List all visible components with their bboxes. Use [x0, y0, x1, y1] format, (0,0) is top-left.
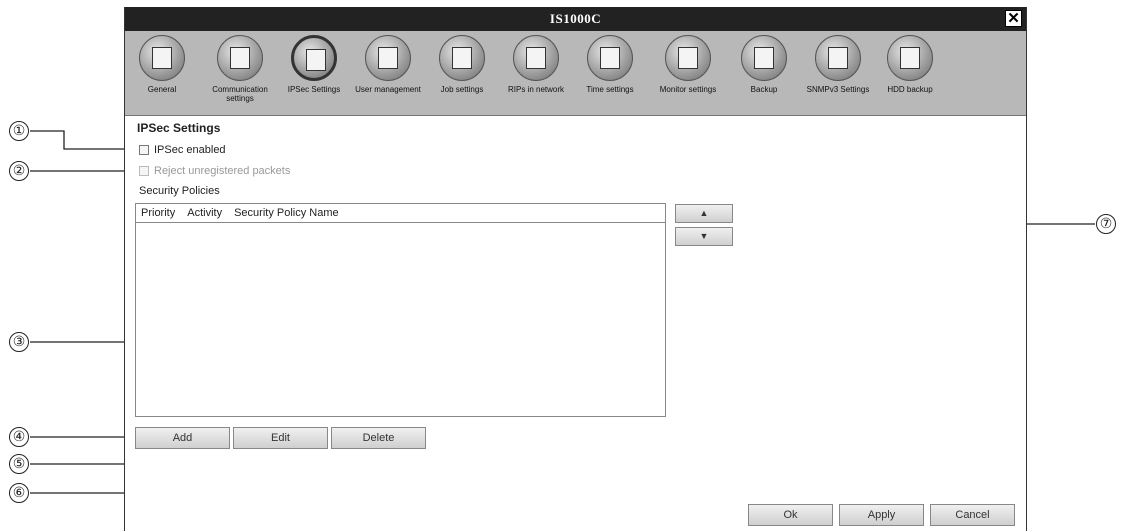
settings-toolbar: General Communication settings IPSec Set… [125, 31, 1026, 116]
printer-icon [139, 35, 185, 81]
tool-label: User management [355, 85, 421, 94]
column-header-priority[interactable]: Priority [141, 207, 175, 219]
column-header-policy-name[interactable]: Security Policy Name [234, 207, 339, 219]
move-down-button[interactable]: ▼ [675, 227, 733, 246]
cancel-button[interactable]: Cancel [930, 504, 1015, 526]
callout-3: ③ [9, 332, 29, 352]
settings-window: IS1000C ✕ General Communication settings… [124, 7, 1027, 531]
callout-5: ⑤ [9, 454, 29, 474]
tool-label: Communication settings [212, 85, 268, 103]
backup-disk-icon [741, 35, 787, 81]
tool-hdd-backup[interactable]: HDD backup [873, 35, 947, 94]
tool-communication-settings[interactable]: Communication settings [203, 35, 277, 103]
tool-label: Monitor settings [659, 85, 717, 94]
add-button[interactable]: Add [135, 427, 230, 449]
security-policy-table[interactable]: Priority Activity Security Policy Name [135, 203, 666, 417]
snmp-computers-icon [815, 35, 861, 81]
tool-job-settings[interactable]: Job settings [425, 35, 499, 94]
network-tree-icon [513, 35, 559, 81]
page-title: IPSec Settings [137, 121, 221, 135]
window-title: IS1000C [549, 11, 602, 26]
monitor-icon [665, 35, 711, 81]
network-computers-icon [217, 35, 263, 81]
callout-1: ① [9, 121, 29, 141]
users-icon [365, 35, 411, 81]
ipsec-enabled-row[interactable]: IPSec enabled [139, 143, 226, 157]
ok-button[interactable]: Ok [748, 504, 833, 526]
tool-label: SNMPv3 Settings [806, 85, 870, 94]
tool-backup[interactable]: Backup [727, 35, 801, 94]
security-policies-label: Security Policies [139, 185, 220, 197]
tool-label: Time settings [586, 85, 634, 94]
tool-label: RIPs in network [507, 85, 565, 94]
tool-ipsec-settings[interactable]: IPSec Settings [277, 35, 351, 94]
callout-2: ② [9, 161, 29, 181]
column-header-activity[interactable]: Activity [187, 207, 222, 219]
move-up-button[interactable]: ▲ [675, 204, 733, 223]
table-header: Priority Activity Security Policy Name [136, 204, 665, 223]
reject-unregistered-checkbox [139, 166, 149, 176]
callout-7: ⑦ [1096, 214, 1116, 234]
tool-general[interactable]: General [125, 35, 199, 94]
reject-unregistered-label: Reject unregistered packets [154, 165, 291, 177]
job-document-icon [439, 35, 485, 81]
tool-monitor-settings[interactable]: Monitor settings [651, 35, 725, 94]
tool-user-management[interactable]: User management [351, 35, 425, 94]
ipsec-lock-icon [291, 35, 337, 81]
close-button[interactable]: ✕ [1005, 10, 1022, 27]
ipsec-enabled-label: IPSec enabled [154, 144, 226, 156]
tool-label: Job settings [440, 85, 484, 94]
tool-label: IPSec Settings [287, 85, 341, 94]
clock-icon [587, 35, 633, 81]
title-bar: IS1000C ✕ [125, 7, 1026, 31]
tool-label: HDD backup [887, 85, 933, 94]
tool-snmpv3-settings[interactable]: SNMPv3 Settings [801, 35, 875, 94]
callout-4: ④ [9, 427, 29, 447]
edit-button[interactable]: Edit [233, 427, 328, 449]
reject-unregistered-row: Reject unregistered packets [139, 164, 290, 178]
tool-label: General [147, 85, 177, 94]
ipsec-enabled-checkbox[interactable] [139, 145, 149, 155]
tool-label: Backup [750, 85, 778, 94]
hdd-icon [887, 35, 933, 81]
delete-button[interactable]: Delete [331, 427, 426, 449]
callout-6: ⑥ [9, 483, 29, 503]
tool-rips-in-network[interactable]: RIPs in network [499, 35, 573, 94]
tool-time-settings[interactable]: Time settings [573, 35, 647, 94]
apply-button[interactable]: Apply [839, 504, 924, 526]
